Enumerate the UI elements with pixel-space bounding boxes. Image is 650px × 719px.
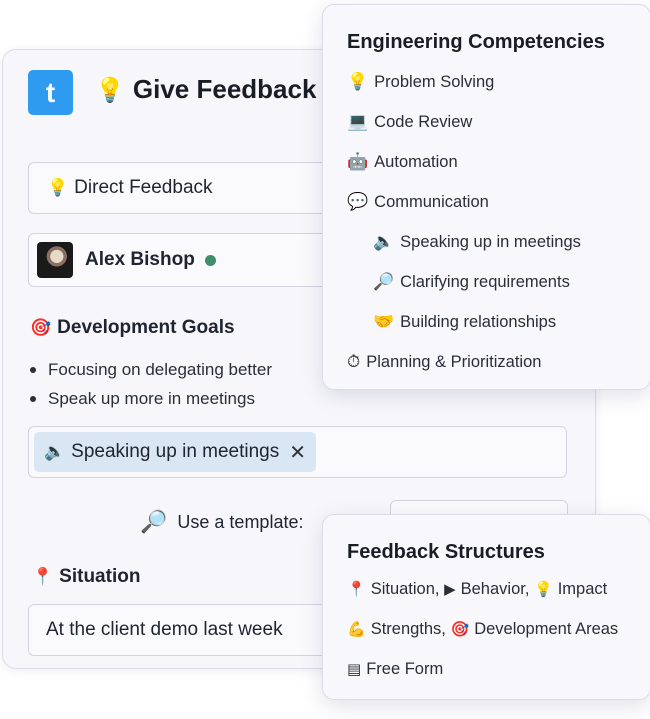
competency-option-speaking-up[interactable]: 🔈 Speaking up in meetings — [347, 222, 581, 262]
development-goals-heading: 🎯 Development Goals — [30, 317, 235, 339]
structures-list: 📍 Situation, ▶ Behavior, 💡 Impact 💪 Strength… — [347, 569, 618, 689]
structures-popup: Feedback Structures 📍 Situation, ▶ Behavio… — [322, 514, 650, 700]
situation-heading: 📍 Situation — [32, 566, 140, 588]
pin-icon: 📍 — [347, 580, 366, 598]
avatar — [37, 242, 73, 278]
lightbulb-icon: 💡 — [47, 178, 69, 198]
competency-option-automation[interactable]: 🤖 Automation — [347, 142, 581, 182]
handshake-icon: 🤝 — [373, 312, 395, 332]
app-logo: t — [28, 70, 73, 115]
structure-option-free-form[interactable]: ▤ Free Form — [347, 649, 618, 689]
competency-option-relationships[interactable]: 🤝 Building relationships — [347, 302, 581, 342]
competencies-popup-title: Engineering Competencies — [347, 31, 605, 53]
situation-title: Situation — [59, 566, 141, 587]
laptop-icon: 💻 — [347, 112, 369, 132]
competency-option-code-review[interactable]: 💻 Code Review — [347, 102, 581, 142]
robot-icon: 🤖 — [347, 152, 369, 172]
online-status-dot — [204, 254, 216, 266]
target-icon: 🎯 — [450, 620, 470, 638]
lightbulb-icon: 💡 — [534, 580, 553, 598]
template-label: Use a template: — [177, 512, 304, 532]
lightbulb-icon: 💡 — [95, 75, 125, 104]
play-icon: ▶ — [444, 580, 456, 598]
situation-value: At the client demo last week — [46, 619, 283, 640]
competencies-list: 💡 Problem Solving 💻 Code Review 🤖 Automatio… — [347, 62, 581, 382]
competencies-popup: Engineering Competencies 💡 Problem Solvin… — [322, 4, 650, 390]
competency-chip: 🔈 Speaking up in meetings ✕ — [34, 432, 317, 472]
magnifier-icon: 🔎 — [140, 510, 168, 535]
competency-option-clarifying[interactable]: 🔎 Clarifying requirements — [347, 262, 581, 302]
structures-popup-title: Feedback Structures — [347, 541, 545, 563]
list-item: Focusing on delegating better — [30, 355, 272, 384]
recipient-select[interactable]: Alex Bishop — [28, 233, 348, 287]
document-icon: ▤ — [347, 660, 362, 678]
remove-chip-icon[interactable]: ✕ — [289, 440, 306, 465]
development-goals-list: Focusing on delegating better Speak up m… — [30, 355, 272, 413]
feedback-type-select[interactable]: 💡 Direct Feedback — [28, 162, 348, 214]
list-item: Speak up more in meetings — [30, 384, 272, 413]
speaker-icon: 🔈 — [373, 232, 395, 252]
stopwatch-icon: ⏱ — [347, 352, 361, 372]
structure-option-sbi[interactable]: 📍 Situation, ▶ Behavior, 💡 Impact — [347, 569, 618, 609]
flexed-arm-icon: 💪 — [347, 620, 366, 638]
magnifier-icon: 🔎 — [373, 272, 395, 292]
development-goals-title: Development Goals — [57, 317, 235, 338]
pin-icon: 📍 — [32, 567, 54, 587]
logo-letter: t — [45, 76, 56, 108]
competency-option-problem-solving[interactable]: 💡 Problem Solving — [347, 62, 581, 102]
page-title: Give Feedback — [132, 74, 317, 104]
recipient-name: Alex Bishop — [85, 249, 195, 270]
competency-input[interactable]: 🔈 Speaking up in meetings ✕ — [28, 426, 567, 478]
feedback-type-label: Direct Feedback — [74, 177, 213, 198]
template-row: 🔎 Use a template: — [140, 510, 303, 535]
page-header: 💡 Give Feedback — [95, 74, 316, 105]
speech-bubble-icon: 💬 — [347, 192, 369, 212]
situation-input[interactable]: At the client demo last week — [28, 604, 348, 656]
lightbulb-icon: 💡 — [347, 72, 369, 92]
target-icon: 🎯 — [30, 318, 52, 338]
competency-option-communication[interactable]: 💬 Communication — [347, 182, 581, 222]
speaker-icon: 🔈 — [44, 442, 66, 462]
structure-option-strengths[interactable]: 💪 Strengths, 🎯 Development Areas — [347, 609, 618, 649]
competency-option-planning[interactable]: ⏱ Planning & Prioritization — [347, 342, 581, 382]
competency-chip-label: Speaking up in meetings — [71, 441, 280, 462]
